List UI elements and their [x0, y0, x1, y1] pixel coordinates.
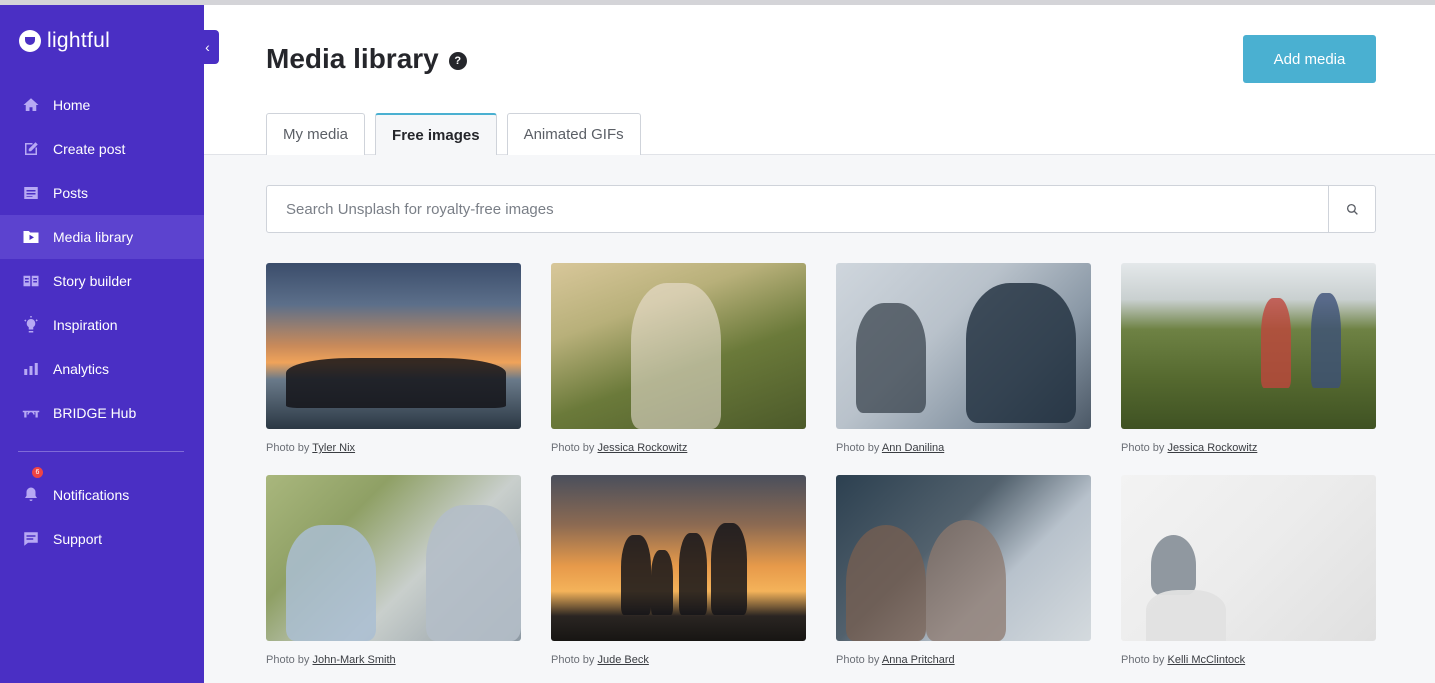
search-button[interactable]	[1328, 186, 1375, 232]
photo-credit: Photo by Tyler Nix	[266, 442, 356, 454]
photo-credit: Photo by Jude Beck	[551, 654, 649, 666]
photo-grid: Photo by Tyler Nix Photo by Jessica Rock…	[266, 263, 1376, 668]
sidebar-item-story-builder[interactable]: Story builder	[0, 259, 204, 303]
unsplash-search	[266, 185, 1376, 233]
sidebar-item-inspiration[interactable]: Inspiration	[0, 303, 204, 347]
notification-count-badge: 6	[32, 467, 43, 478]
app-logo[interactable]: lightful	[19, 27, 110, 55]
posts-icon	[22, 184, 40, 202]
logo-text: lightful	[47, 29, 111, 52]
photo-card: Photo by Ann Danilina	[836, 263, 1091, 456]
tab-free-images[interactable]: Free images	[375, 113, 497, 155]
photo-card: Photo by Jessica Rockowitz	[551, 263, 806, 456]
edit-icon	[22, 140, 40, 158]
sidebar-item-label: Create post	[53, 141, 126, 157]
photo-card: Photo by Kelli McClintock	[1121, 475, 1376, 668]
sidebar-divider	[18, 451, 184, 452]
tab-my-media[interactable]: My media	[266, 113, 366, 155]
photo-credit: Photo by John-Mark Smith	[266, 654, 396, 666]
sidebar-item-label: Support	[53, 531, 103, 547]
photo-credit: Photo by Jessica Rockowitz	[551, 442, 688, 454]
photographer-link[interactable]: Tyler Nix	[312, 442, 355, 454]
chat-icon	[22, 530, 40, 548]
media-icon	[22, 228, 40, 246]
search-icon	[1346, 203, 1358, 215]
search-input[interactable]	[267, 186, 1328, 232]
photographer-link[interactable]: John-Mark Smith	[312, 654, 395, 666]
sidebar-item-label: BRIDGE Hub	[53, 405, 137, 421]
page-title-text: Media library	[266, 43, 439, 74]
sidebar-item-home[interactable]: Home	[0, 83, 204, 127]
lightful-logo-icon	[19, 30, 41, 52]
sidebar-item-analytics[interactable]: Analytics	[0, 347, 204, 391]
sidebar-item-label: Story builder	[53, 273, 132, 289]
sidebar-item-label: Inspiration	[53, 317, 118, 333]
photo-thumbnail[interactable]	[266, 475, 521, 641]
sidebar-item-support[interactable]: Support	[0, 517, 204, 561]
photo-thumbnail[interactable]	[1121, 475, 1376, 641]
sidebar-item-label: Media library	[53, 229, 134, 245]
photographer-link[interactable]: Jessica Rockowitz	[597, 442, 687, 454]
photo-thumbnail[interactable]	[551, 475, 806, 641]
sidebar-item-posts[interactable]: Posts	[0, 171, 204, 215]
photo-thumbnail[interactable]	[551, 263, 806, 429]
photo-card: Photo by Anna Pritchard	[836, 475, 1091, 668]
sidebar-item-media-library[interactable]: Media library	[0, 215, 204, 259]
sidebar-item-label: Notifications	[53, 487, 130, 503]
help-icon[interactable]: ?	[448, 52, 467, 70]
sidebar-collapse-button[interactable]: ‹	[196, 30, 219, 64]
photo-credit: Photo by Anna Pritchard	[836, 654, 955, 666]
bridge-icon	[22, 404, 40, 422]
photo-thumbnail[interactable]	[266, 263, 521, 429]
sidebar-item-label: Analytics	[53, 361, 110, 377]
photo-credit: Photo by Jessica Rockowitz	[1121, 442, 1258, 454]
sidebar-item-bridge-hub[interactable]: BRIDGE Hub	[0, 391, 204, 435]
add-media-button[interactable]: Add media	[1243, 35, 1376, 83]
sidebar-item-label: Posts	[53, 185, 89, 201]
photographer-link[interactable]: Anna Pritchard	[882, 654, 955, 666]
chevron-left-icon: ‹	[205, 39, 210, 55]
chart-icon	[22, 360, 40, 378]
photo-credit: Photo by Ann Danilina	[836, 442, 945, 454]
sidebar-secondary-nav: 6 Notifications Support	[0, 467, 204, 561]
photo-card: Photo by Tyler Nix	[266, 263, 521, 456]
photo-card: Photo by Jude Beck	[551, 475, 806, 668]
sidebar-item-notifications[interactable]: 6 Notifications	[0, 467, 204, 517]
bell-icon	[22, 486, 40, 504]
photo-thumbnail[interactable]	[836, 475, 1091, 641]
photographer-link[interactable]: Kelli McClintock	[1167, 654, 1245, 666]
photographer-link[interactable]: Jessica Rockowitz	[1167, 442, 1257, 454]
photo-thumbnail[interactable]	[836, 263, 1091, 429]
photo-thumbnail[interactable]	[1121, 263, 1376, 429]
sidebar-nav: Home Create post Posts Media library Sto…	[0, 83, 204, 435]
photographer-link[interactable]: Ann Danilina	[882, 442, 944, 454]
photo-card: Photo by Jessica Rockowitz	[1121, 263, 1376, 456]
page-header: Media library ? Add media My media Free …	[204, 5, 1435, 155]
sidebar-item-label: Home	[53, 97, 91, 113]
tab-animated-gifs[interactable]: Animated GIFs	[506, 113, 641, 155]
sidebar: lightful Home Create post Posts Media li…	[0, 5, 204, 683]
bulb-icon	[22, 316, 40, 334]
sidebar-item-create-post[interactable]: Create post	[0, 127, 204, 171]
photographer-link[interactable]: Jude Beck	[597, 654, 648, 666]
media-tabs: My media Free images Animated GIFs	[266, 113, 641, 155]
page-title: Media library ?	[266, 43, 467, 75]
story-icon	[22, 272, 40, 290]
photo-credit: Photo by Kelli McClintock	[1121, 654, 1246, 666]
photo-card: Photo by John-Mark Smith	[266, 475, 521, 668]
home-icon	[22, 96, 40, 114]
